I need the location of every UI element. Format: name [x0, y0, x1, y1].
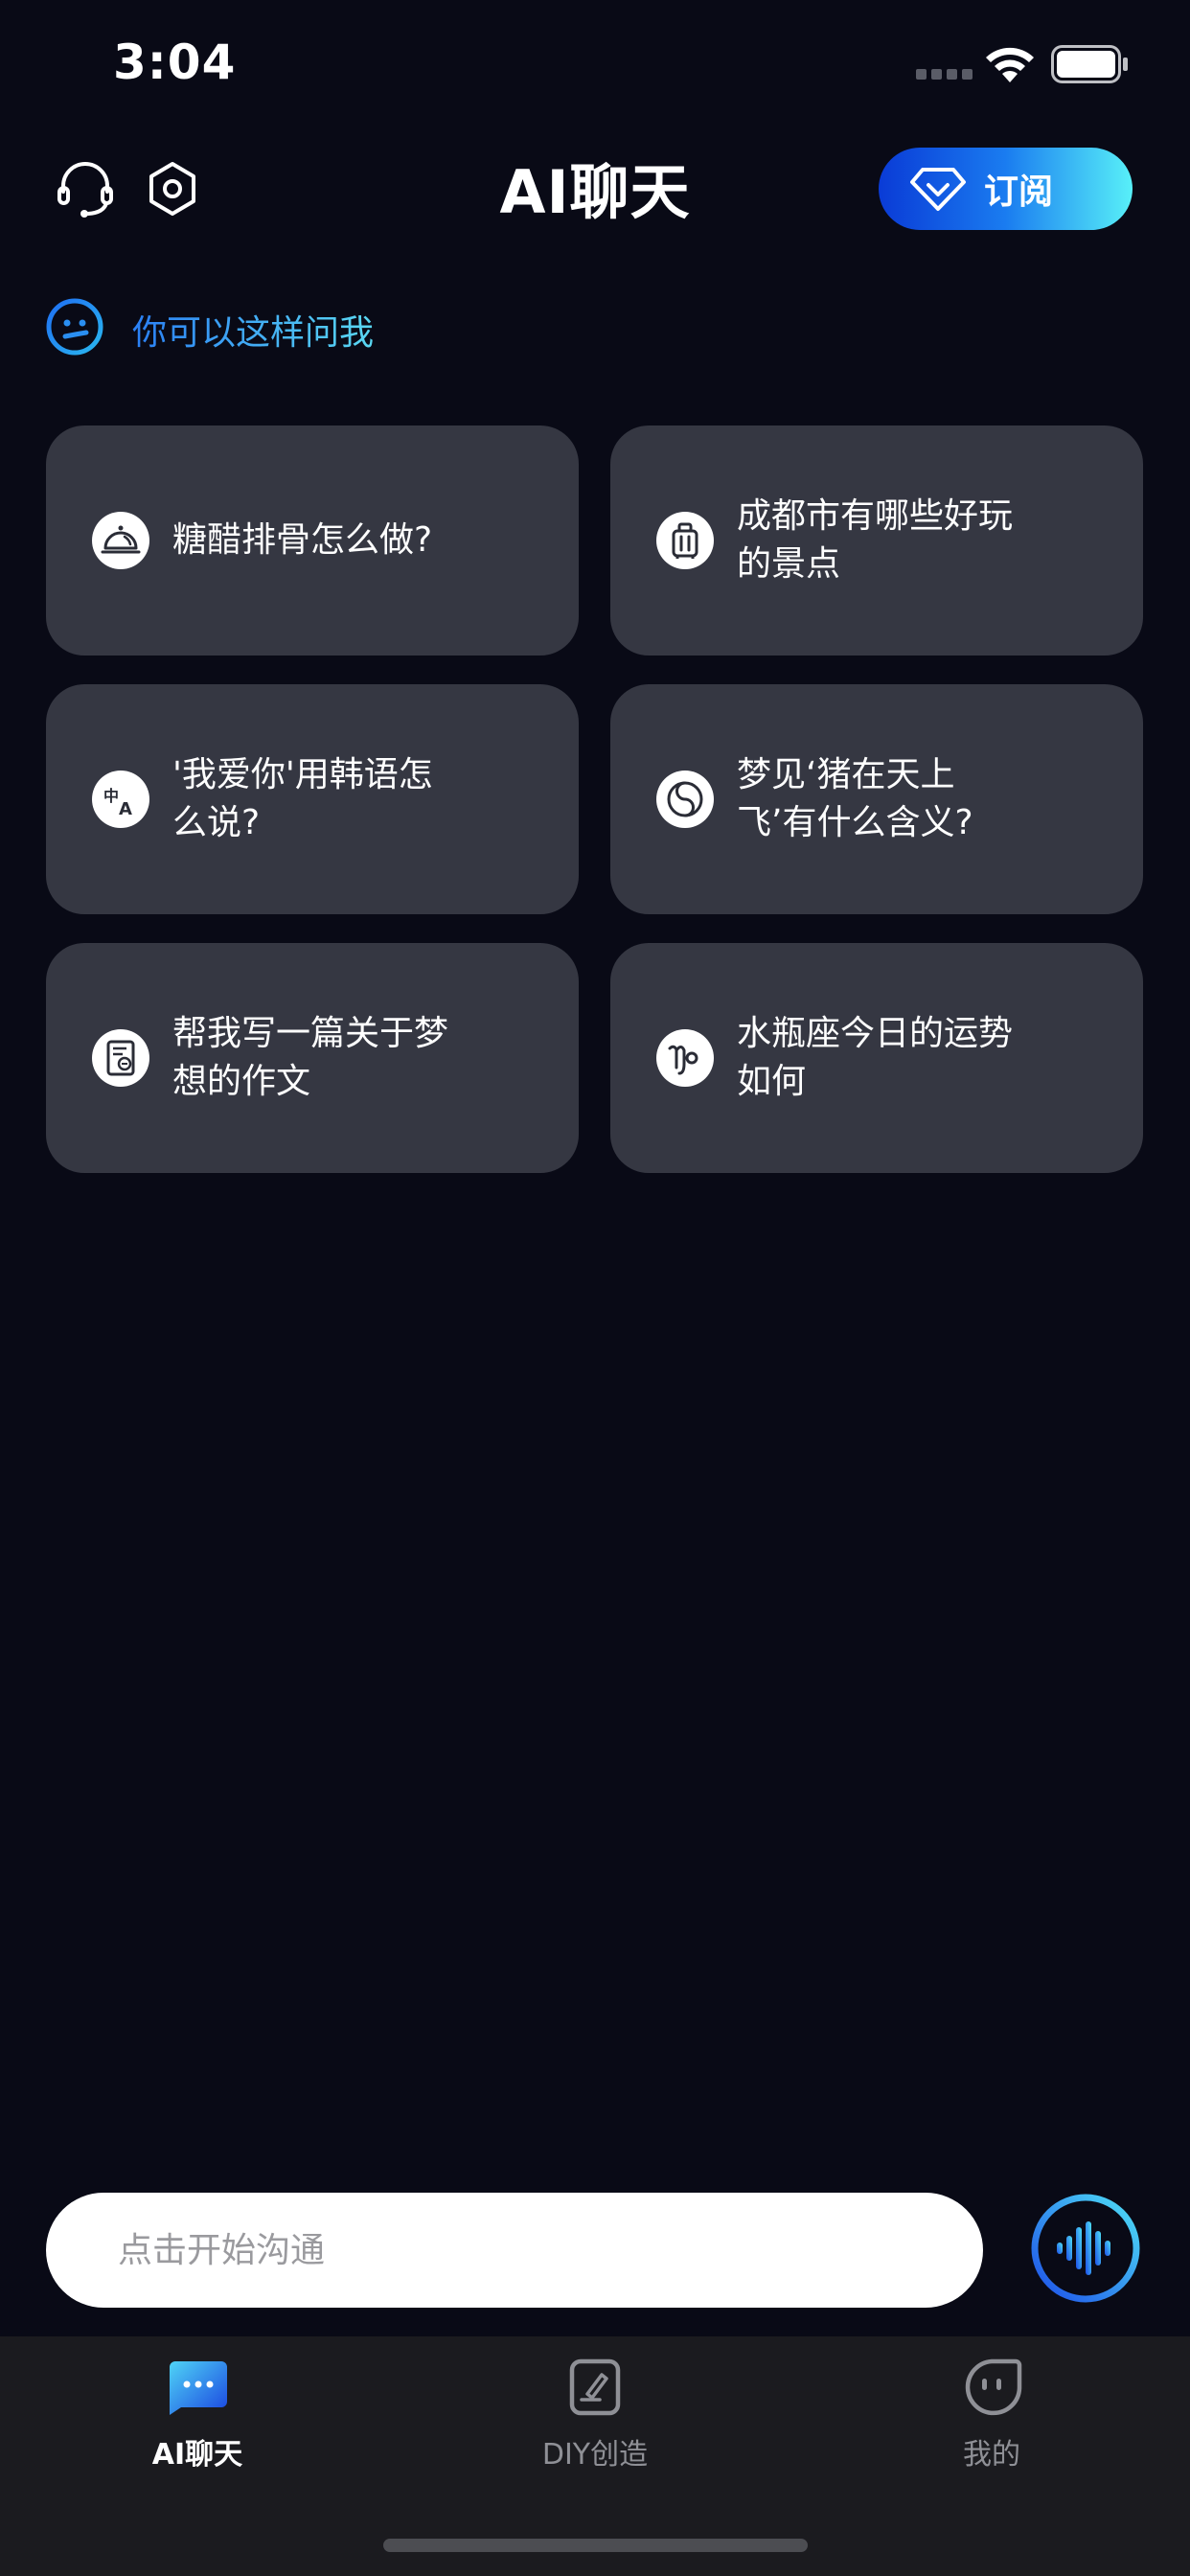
chat-bubble-icon	[170, 2361, 227, 2415]
essay-document-icon	[92, 1029, 149, 1087]
chat-input[interactable]	[46, 2193, 983, 2308]
home-indicator	[383, 2539, 808, 2552]
suggestion-card[interactable]: 糖醋排骨怎么做?	[46, 426, 579, 656]
hint-text: 你可以这样问我	[132, 305, 374, 355]
svg-text:中: 中	[103, 787, 119, 805]
chat-input-container	[46, 2193, 983, 2308]
tab-ai-chat[interactable]: AI聊天	[82, 2358, 312, 2472]
tab-diy-create[interactable]: DIY创造	[480, 2358, 710, 2472]
suggestion-text: 帮我写一篇关于梦想的作文	[172, 1014, 449, 1101]
suggestion-card[interactable]: 成都市有哪些好玩的景点	[610, 426, 1143, 656]
suggestion-card[interactable]: 水瓶座今日的运势如何	[610, 943, 1143, 1173]
assistant-face-icon	[46, 298, 103, 356]
luggage-icon	[656, 512, 714, 569]
suggestion-text: 梦见‘猪在天上飞’有什么含义?	[737, 755, 973, 842]
edit-pen-icon	[569, 2358, 621, 2416]
cellular-signal-icon	[916, 69, 973, 80]
battery-icon	[1051, 45, 1128, 83]
subscribe-label: 订阅	[984, 172, 1054, 212]
food-cloche-icon	[92, 512, 149, 569]
suggestion-card[interactable]: 帮我写一篇关于梦想的作文	[46, 943, 579, 1173]
wifi-icon	[986, 47, 1034, 82]
status-time: 3:04	[113, 34, 237, 90]
yin-yang-icon	[656, 770, 714, 828]
suggestion-card[interactable]: 梦见‘猪在天上飞’有什么含义?	[610, 684, 1143, 914]
zodiac-icon	[656, 1029, 714, 1087]
suggestion-text: 成都市有哪些好玩的景点	[737, 496, 1014, 584]
voice-input-button[interactable]	[1030, 2193, 1141, 2304]
suggestion-text: 糖醋排骨怎么做?	[172, 520, 433, 560]
tab-label: 我的	[963, 2438, 1020, 2472]
profile-face-icon	[965, 2358, 1022, 2416]
tab-label: AI聊天	[151, 2438, 243, 2472]
tab-label: DIY创造	[541, 2438, 649, 2472]
suggestion-text: 水瓶座今日的运势如何	[737, 1014, 1014, 1101]
translate-icon: 中 A	[92, 770, 149, 828]
svg-text:A: A	[119, 799, 132, 819]
tab-mine[interactable]: 我的	[877, 2358, 1107, 2472]
suggestion-card[interactable]: 中 A '我爱你'用韩语怎么说?	[46, 684, 579, 914]
bottom-tab-bar: AI聊天 DIY创造 我的	[0, 2336, 1190, 2576]
subscribe-button[interactable]: 订阅	[879, 148, 1133, 230]
suggestion-text: '我爱你'用韩语怎么说?	[172, 755, 433, 842]
diamond-icon	[910, 168, 966, 211]
app-screen: 3:04 AI聊天 订阅 你可以这样问我 糖醋排骨怎么做? 成都市有哪些好玩的景…	[0, 0, 1190, 2576]
